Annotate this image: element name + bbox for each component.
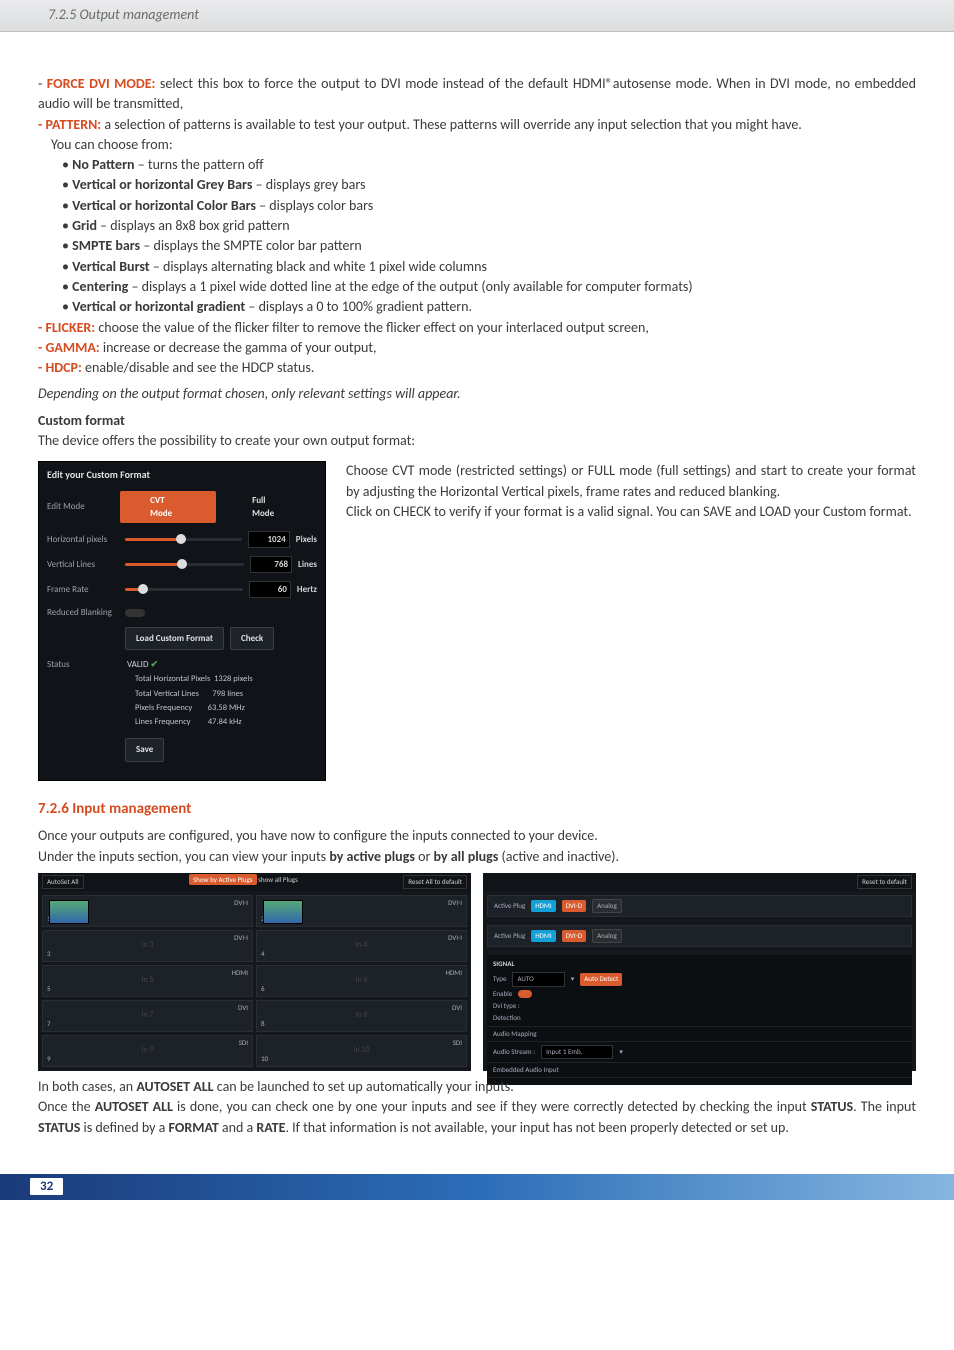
check-button[interactable]: Check xyxy=(230,627,274,650)
input-cell[interactable]: DVI8In 8 xyxy=(256,1000,467,1032)
footer: 32 xyxy=(0,1174,954,1200)
inputs-grid: DVI-I1DVI-I2DVI-I3In 3DVI-I4In 4HDMI5In … xyxy=(38,891,471,1071)
side-para-1: Choose CVT mode (restricted settings) or… xyxy=(346,461,916,502)
reset-all-button[interactable]: Reset All to default xyxy=(403,875,467,889)
bp-center: • Centering – displays a 1 pixel wide do… xyxy=(38,277,916,297)
panel-title: Edit your Custom Format xyxy=(47,468,317,483)
im-p2: Under the inputs section, you can view y… xyxy=(38,847,916,867)
io-left-header: AutoSet All Show by Active Plugs show al… xyxy=(38,873,471,891)
bp-smpte: • SMPTE bars – displays the SMPTE color … xyxy=(38,236,916,256)
para-pattern: - PATTERN: a selection of patterns is av… xyxy=(38,115,916,135)
frate-unit: Hertz xyxy=(297,583,317,596)
status-valid: VALID xyxy=(127,659,148,670)
cvt-mode-button[interactable]: CVT Mode xyxy=(120,491,216,523)
bp-vburst: • Vertical Burst – displays alternating … xyxy=(38,257,916,277)
im-p4: Once the AUTOSET ALL is done, you can ch… xyxy=(38,1097,916,1138)
hpix-label: Horizontal pixels xyxy=(47,533,119,546)
side-para-2: Click on CHECK to verify if your format … xyxy=(346,502,916,522)
type-dropdown[interactable]: AUTO xyxy=(512,972,564,986)
input-detail: Active Plug HDMI DVI-D Analog Active Plu… xyxy=(483,891,916,1071)
input-cell[interactable]: DVI-I4In 4 xyxy=(256,930,467,962)
choose-from: You can choose from: xyxy=(38,135,916,155)
edit-mode-label: Edit Mode xyxy=(47,500,114,513)
section-726-title: 7.2.6 Input management xyxy=(38,799,916,821)
input-cell[interactable]: DVI-I3In 3 xyxy=(42,930,253,962)
rblank-label: Reduced Blanking xyxy=(47,606,119,619)
audio-stream-dropdown[interactable]: Input 1 Emb. xyxy=(541,1045,613,1059)
frate-label: Frame Rate xyxy=(47,583,119,596)
autoset-all-button[interactable]: AutoSet All xyxy=(42,875,84,889)
reset-default-button[interactable]: Reset to default xyxy=(857,875,912,889)
vlines-unit: Lines xyxy=(298,558,317,571)
frate-slider[interactable] xyxy=(125,588,243,591)
text-force-dvi: select this box to force the output to D… xyxy=(38,75,916,112)
input-cell[interactable]: HDMI5In 5 xyxy=(42,965,253,997)
chip-analog-2[interactable]: Analog xyxy=(592,929,622,943)
depending-note: Depending on the output format chosen, o… xyxy=(38,384,916,404)
chip-dvi-d-2[interactable]: DVI-D xyxy=(562,930,586,942)
vlines-value[interactable]: 768 xyxy=(250,556,292,573)
bp-color: • Vertical or horizontal Color Bars – di… xyxy=(38,196,916,216)
io-right-header: Reset to default xyxy=(483,873,916,891)
input-cell[interactable]: HDMI6In 6 xyxy=(256,965,467,997)
bp-grid: • Grid – displays an 8x8 box grid patter… xyxy=(38,216,916,236)
enable-toggle[interactable] xyxy=(518,990,532,998)
full-mode-button[interactable]: Full Mode xyxy=(222,491,317,523)
input-cell[interactable]: SDI10In 10 xyxy=(256,1035,467,1067)
audio-mapping-heading: Audio Mapping xyxy=(487,1026,912,1042)
custom-format-intro: The device offers the possibility to cre… xyxy=(38,431,916,451)
signal-heading: SIGNAL xyxy=(493,959,906,969)
label-gamma: - GAMMA: xyxy=(38,339,100,356)
input-cell[interactable]: DVI7In 7 xyxy=(42,1000,253,1032)
vlines-label: Vertical Lines xyxy=(47,558,119,571)
breadcrumb: 7.2.5 Output management xyxy=(48,6,199,23)
check-icon: ✔ xyxy=(151,659,159,670)
save-button[interactable]: Save xyxy=(125,738,164,761)
dash: - xyxy=(38,75,47,92)
input-cell[interactable]: DVI-I2 xyxy=(256,895,467,927)
status-label: Status xyxy=(47,658,119,671)
input-cell[interactable]: SDI9In 9 xyxy=(42,1035,253,1067)
bp-no-pattern: • No Pattern – turns the pattern off xyxy=(38,155,916,175)
bp-grey: • Vertical or horizontal Grey Bars – dis… xyxy=(38,175,916,195)
text-pattern: a selection of patterns is available to … xyxy=(101,116,802,133)
auto-detect-button[interactable]: Auto Detect xyxy=(580,973,622,985)
reduced-blanking-toggle[interactable] xyxy=(125,609,145,617)
chip-dvi-d[interactable]: DVI-D xyxy=(562,900,586,912)
plug-row-2: Active Plug HDMI DVI-D Analog xyxy=(487,925,912,947)
topbar: 7.2.5 Output management xyxy=(0,0,954,32)
show-active-plugs-tab[interactable]: Show by Active Plugs xyxy=(189,874,257,885)
vlines-slider[interactable] xyxy=(125,563,244,566)
para-hdcp: - HDCP: enable/disable and see the HDCP … xyxy=(38,358,916,378)
chip-hdmi[interactable]: HDMI xyxy=(531,900,555,912)
load-custom-format-button[interactable]: Load Custom Format xyxy=(125,627,224,650)
label-hdcp: - HDCP: xyxy=(38,359,82,376)
hpix-slider[interactable] xyxy=(125,538,242,541)
chip-hdmi-2[interactable]: HDMI xyxy=(531,930,555,942)
input-cell[interactable]: DVI-I1 xyxy=(42,895,253,927)
chip-analog[interactable]: Analog xyxy=(592,899,622,913)
custom-format-panel: Edit your Custom Format Edit Mode CVT Mo… xyxy=(38,461,326,780)
im-p1: Once your outputs are configured, you ha… xyxy=(38,826,916,846)
page-number: 32 xyxy=(30,1178,63,1195)
label-flicker: - FLICKER: xyxy=(38,319,95,336)
para-gamma: - GAMMA: increase or decrease the gamma … xyxy=(38,338,916,358)
para-force-dvi: - FORCE DVI MODE: select this box to for… xyxy=(38,74,916,115)
hpix-unit: Pixels xyxy=(296,533,317,546)
bp-gradient: • Vertical or horizontal gradient – disp… xyxy=(38,297,916,317)
hpix-value[interactable]: 1024 xyxy=(248,531,290,548)
label-force-dvi: FORCE DVI MODE: xyxy=(47,75,156,92)
custom-format-heading: Custom format xyxy=(38,411,916,431)
plug-row-1: Active Plug HDMI DVI-D Analog xyxy=(487,895,912,917)
frate-value[interactable]: 60 xyxy=(249,581,291,598)
label-pattern: - PATTERN: xyxy=(38,116,101,133)
emb-audio-heading: Embedded Audio Input xyxy=(487,1062,912,1078)
show-all-plugs-tab[interactable]: show all Plugs xyxy=(258,875,298,884)
para-flicker: - FLICKER: choose the value of the flick… xyxy=(38,318,916,338)
